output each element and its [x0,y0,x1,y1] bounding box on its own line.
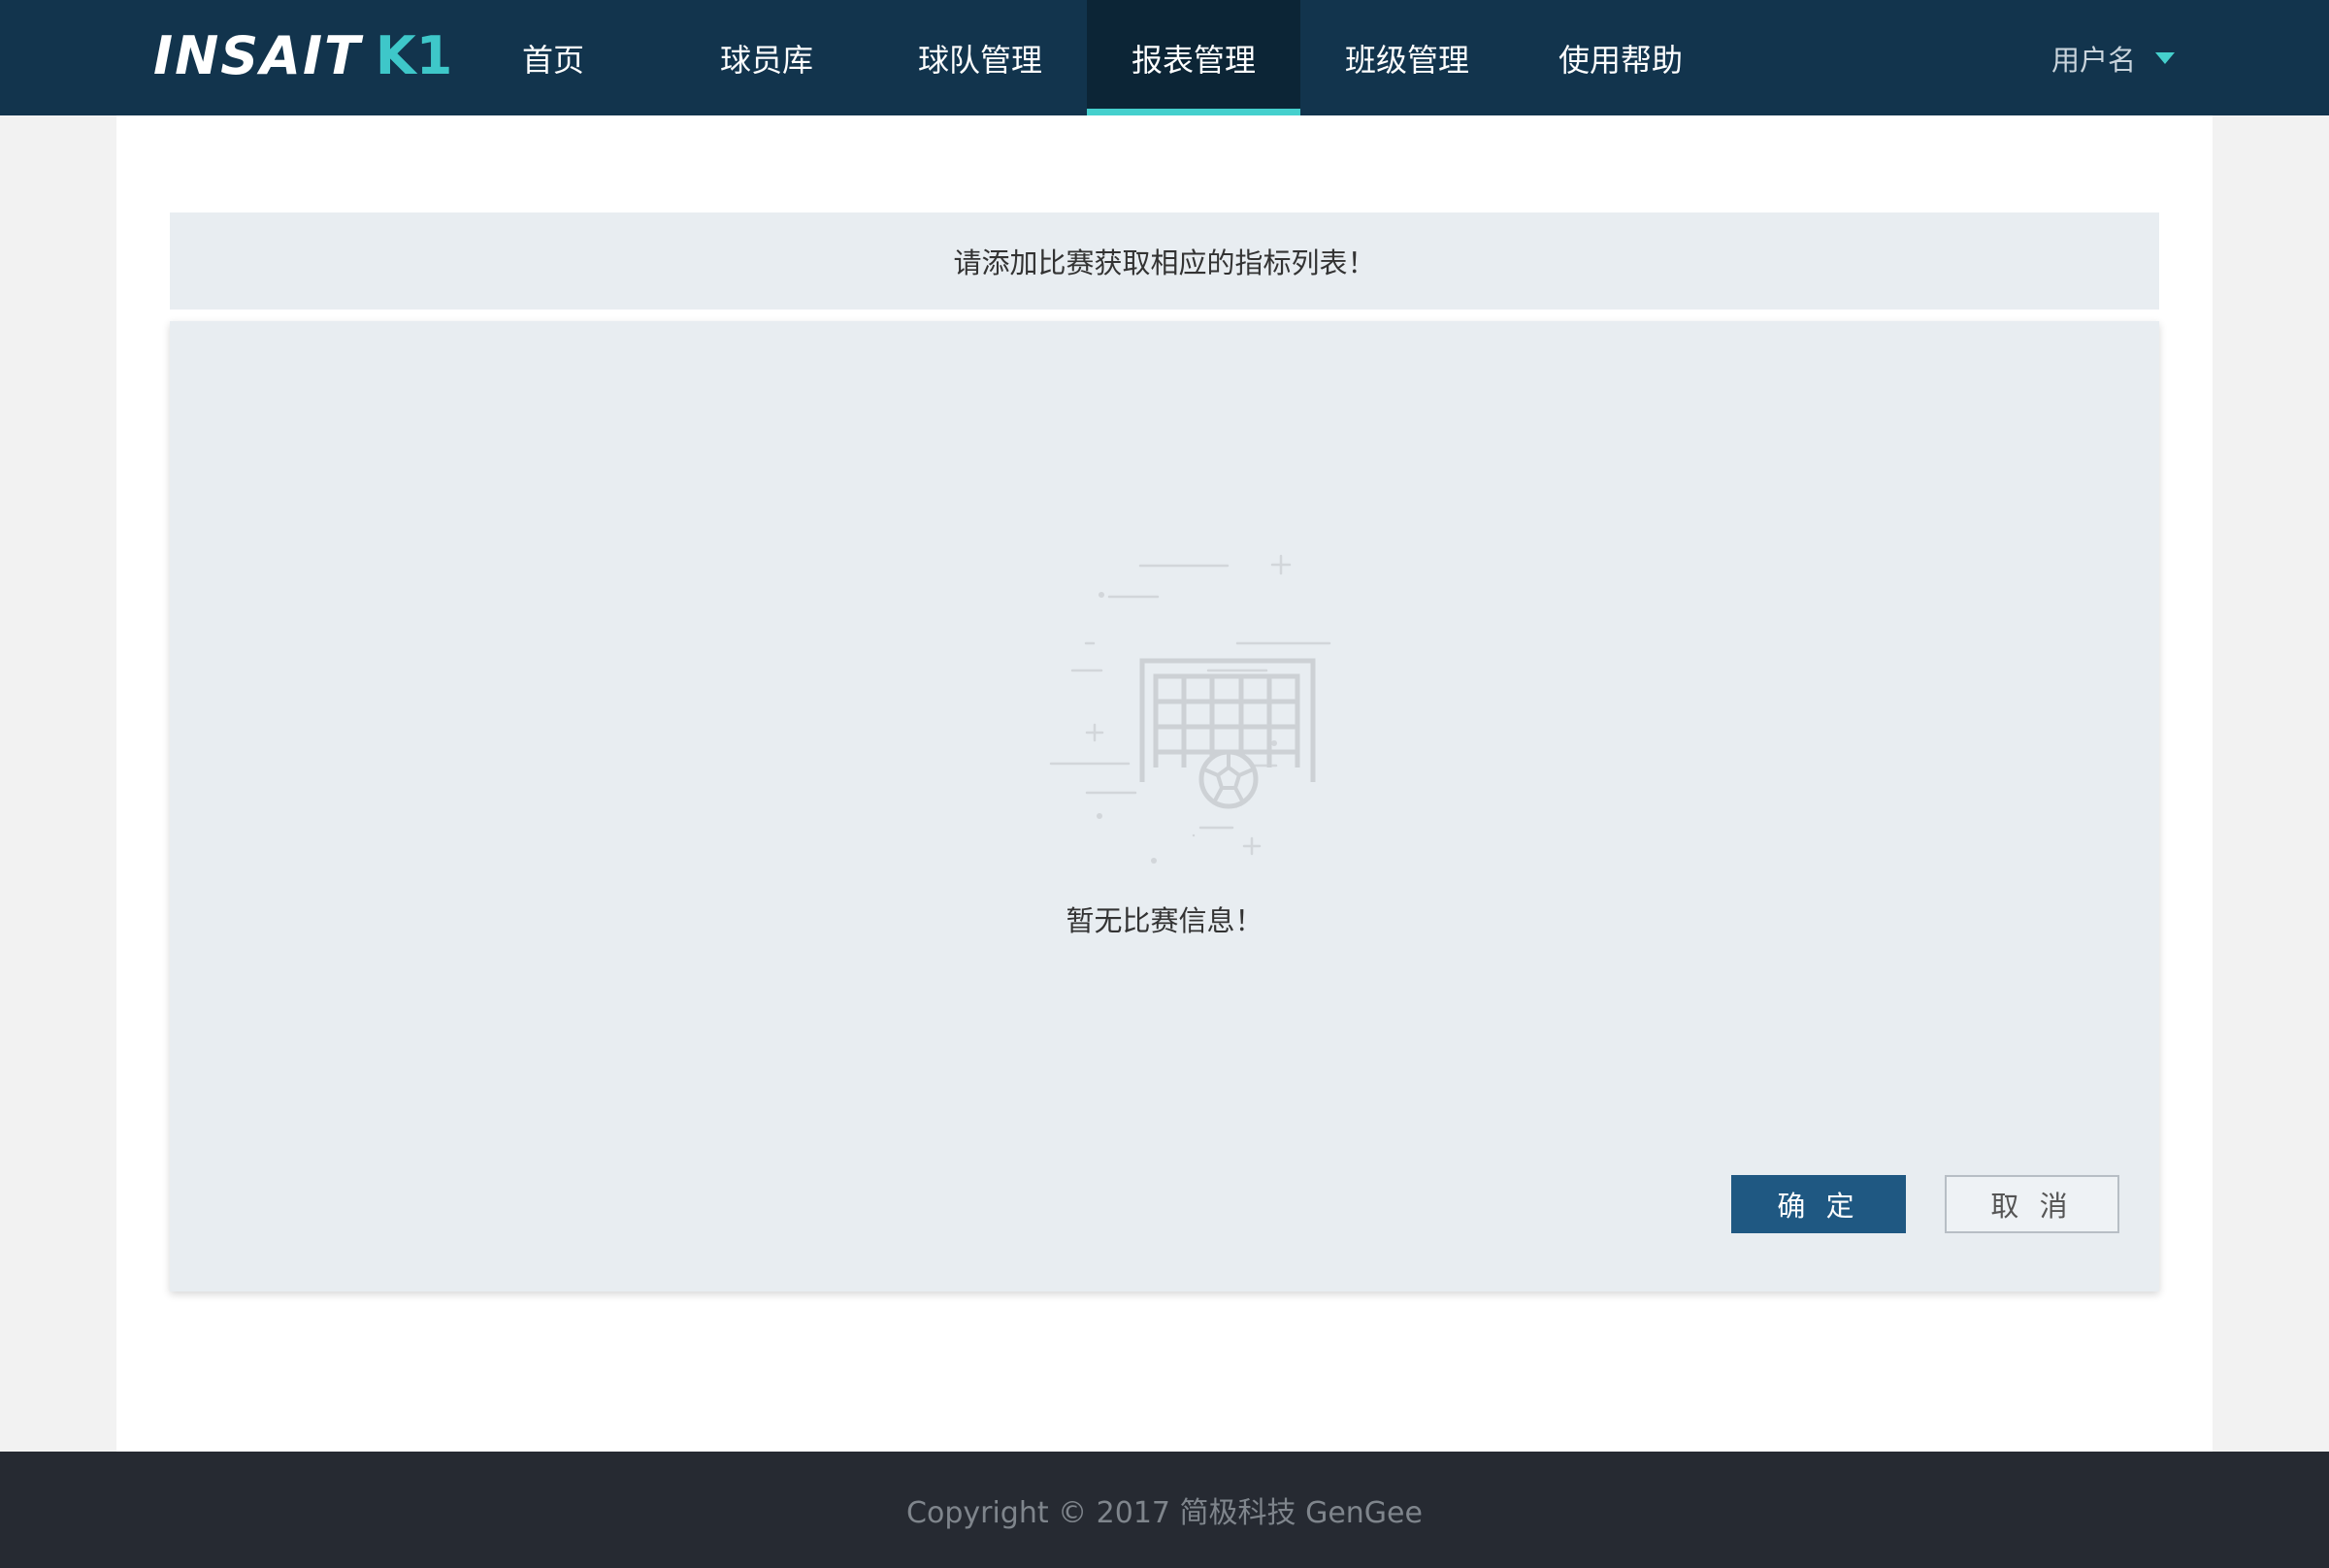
top-navbar: INSAIT K1 首页 球员库 球队管理 报表管理 班级管理 使用帮助 用户名 [0,0,2329,115]
nav-item-home[interactable]: 首页 [446,0,660,115]
nav-item-label: 使用帮助 [1558,41,1683,79]
nav-item-class-management[interactable]: 班级管理 [1300,0,1514,115]
user-menu[interactable]: 用户名 [2051,0,2176,115]
nav-item-report-management[interactable]: 报表管理 [1087,0,1300,115]
nav-item-label: 球队管理 [917,41,1042,79]
logo-model: K1 [375,25,453,86]
cancel-button[interactable]: 取 消 [1945,1175,2119,1233]
nav-item-team-management[interactable]: 球队管理 [873,0,1087,115]
nav-item-label: 首页 [521,41,584,79]
caret-down-icon [2155,51,2176,64]
logo-brand: INSAIT [153,25,362,86]
username: 用户名 [2051,43,2137,77]
confirm-button[interactable]: 确 定 [1731,1175,1906,1233]
nav-item-label: 报表管理 [1131,41,1256,79]
notice-text: 请添加比赛获取相应的指标列表！ [953,246,1376,279]
main-content: 请添加比赛获取相应的指标列表！ 暂无比赛信息！ 确 定 取 消 [116,115,2213,1452]
copyright-text: Copyright © 2017 简极科技 GenGee [906,1496,1423,1530]
app-logo[interactable]: INSAIT K1 [153,29,452,83]
empty-state-text: 暂无比赛信息！ [1066,904,1263,937]
nav-item-help[interactable]: 使用帮助 [1514,0,1727,115]
nav-item-label: 球员库 [719,41,813,79]
footer: Copyright © 2017 简极科技 GenGee [0,1452,2329,1568]
match-list-panel: 暂无比赛信息！ 确 定 取 消 [170,321,2159,1291]
nav-item-player-library[interactable]: 球员库 [660,0,873,115]
notice-banner: 请添加比赛获取相应的指标列表！ [170,212,2159,310]
soccer-goal-icon [1049,554,1331,864]
nav-item-label: 班级管理 [1344,41,1469,79]
